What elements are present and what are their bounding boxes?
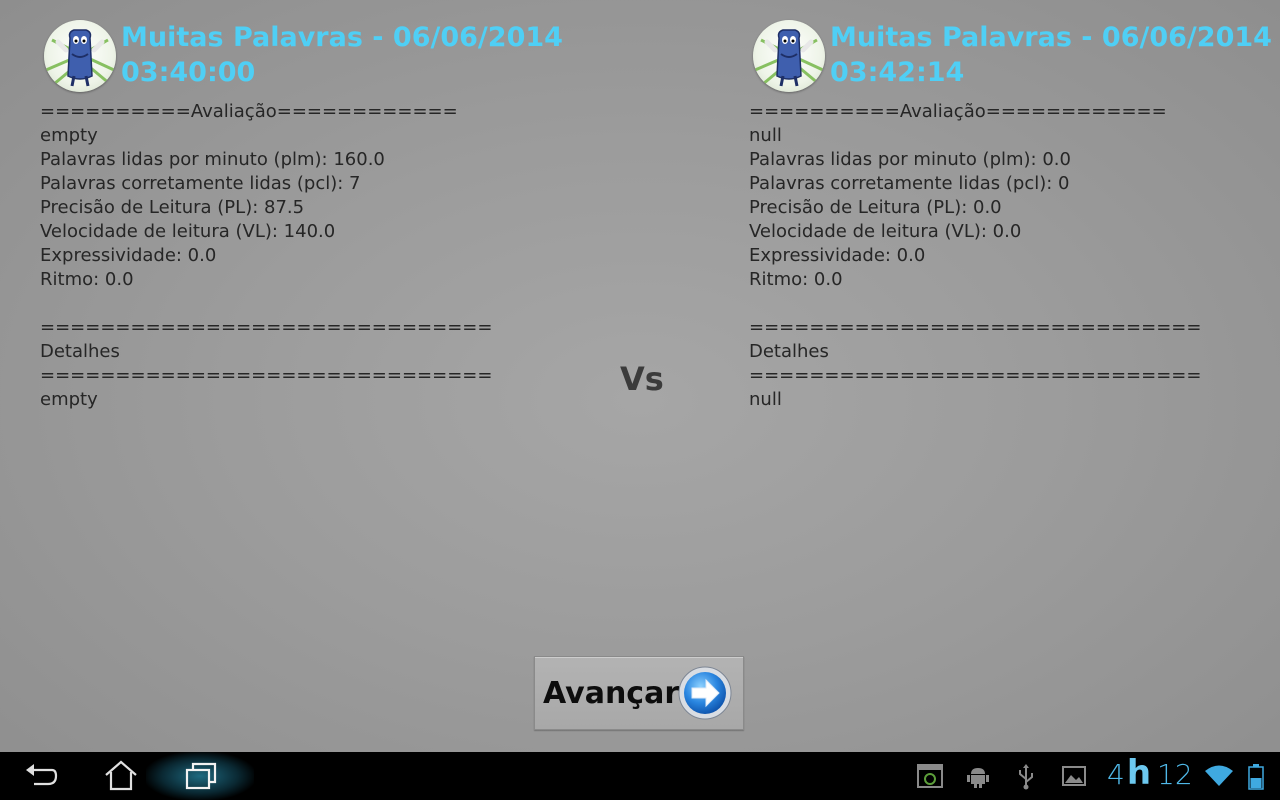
evaluation-separator: ==========Avaliação============ xyxy=(40,101,458,122)
plm-value: Palavras lidas por minuto (plm): 160.0 xyxy=(40,149,385,170)
details-separator-bottom: ============================== xyxy=(749,365,1202,386)
right-evaluation-panel: Muitas Palavras - 06/06/2014 03:42:14 ==… xyxy=(749,18,1280,412)
pl-value: Precisão de Leitura (PL): 87.5 xyxy=(40,197,305,218)
left-title-line2: 03:40:00 xyxy=(121,57,256,88)
evaluation-status: null xyxy=(749,125,782,146)
details-content: null xyxy=(749,389,782,410)
vl-value: Velocidade de leitura (VL): 0.0 xyxy=(749,221,1022,242)
image-icon[interactable] xyxy=(1062,764,1086,792)
left-title-line1: Muitas Palavras - 06/06/2014 xyxy=(121,22,563,53)
evaluation-separator: ==========Avaliação============ xyxy=(749,101,1167,122)
advance-button-label: Avançar xyxy=(543,675,680,711)
expressividade-value: Expressividade: 0.0 xyxy=(749,245,926,266)
details-content: empty xyxy=(40,389,98,410)
android-debug-icon[interactable] xyxy=(966,764,990,792)
vl-value: Velocidade de leitura (VL): 140.0 xyxy=(40,221,336,242)
details-separator-top: ============================== xyxy=(749,317,1202,338)
app-logo-icon xyxy=(44,20,116,92)
pcl-value: Palavras corretamente lidas (pcl): 7 xyxy=(40,173,361,194)
home-icon[interactable] xyxy=(102,758,140,798)
back-icon[interactable] xyxy=(22,758,58,798)
vs-label: Vs xyxy=(620,360,664,398)
details-heading: Detalhes xyxy=(40,341,120,362)
details-heading: Detalhes xyxy=(749,341,829,362)
right-title: Muitas Palavras - 06/06/2014 03:42:14 xyxy=(830,20,1272,90)
left-details-text: ==========Avaliação============ empty Pa… xyxy=(40,100,600,412)
advance-button[interactable]: Avançar xyxy=(534,656,744,730)
ritmo-value: Ritmo: 0.0 xyxy=(749,269,843,290)
right-header: Muitas Palavras - 06/06/2014 03:42:14 xyxy=(749,18,1280,94)
app-logo-icon xyxy=(753,20,825,92)
recent-apps-icon[interactable] xyxy=(183,758,219,798)
right-title-line2: 03:42:14 xyxy=(830,57,965,88)
right-details-text: ==========Avaliação============ null Pal… xyxy=(749,100,1280,412)
wifi-icon[interactable] xyxy=(1204,764,1234,792)
expressividade-value: Expressividade: 0.0 xyxy=(40,245,217,266)
usb-icon[interactable] xyxy=(1016,764,1036,794)
clock-hours: 4 xyxy=(1107,758,1125,791)
battery-icon[interactable] xyxy=(1248,764,1264,794)
left-title: Muitas Palavras - 06/06/2014 03:40:00 xyxy=(121,20,563,90)
screenshot-icon[interactable] xyxy=(916,762,944,794)
clock-minutes: 12 xyxy=(1157,758,1193,791)
left-header: Muitas Palavras - 06/06/2014 03:40:00 xyxy=(40,18,600,94)
right-title-line1: Muitas Palavras - 06/06/2014 xyxy=(830,22,1272,53)
clock-separator: h xyxy=(1126,753,1152,793)
details-separator-top: ============================== xyxy=(40,317,493,338)
pcl-value: Palavras corretamente lidas (pcl): 0 xyxy=(749,173,1070,194)
arrow-right-icon xyxy=(678,666,732,724)
evaluation-status: empty xyxy=(40,125,98,146)
plm-value: Palavras lidas por minuto (plm): 0.0 xyxy=(749,149,1071,170)
left-evaluation-panel: Muitas Palavras - 06/06/2014 03:40:00 ==… xyxy=(40,18,600,412)
pl-value: Precisão de Leitura (PL): 0.0 xyxy=(749,197,1002,218)
status-clock: 4 h 12 xyxy=(1107,753,1193,797)
details-separator-bottom: ============================== xyxy=(40,365,493,386)
ritmo-value: Ritmo: 0.0 xyxy=(40,269,134,290)
